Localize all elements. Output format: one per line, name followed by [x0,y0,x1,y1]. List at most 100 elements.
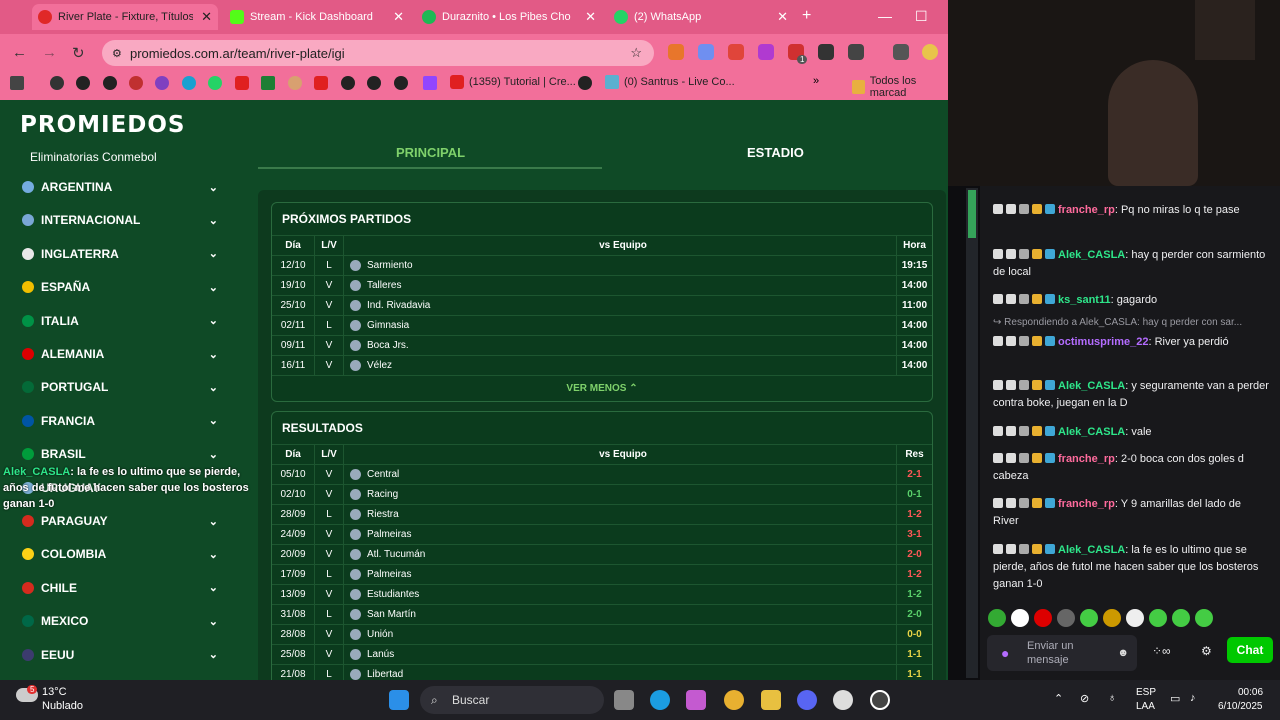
chrome-icon[interactable] [724,690,744,710]
timeout-icon[interactable] [1006,453,1016,463]
timeout-icon[interactable] [1006,249,1016,259]
chat-username[interactable]: Alek_CASLA [1058,426,1125,438]
sidebar-country[interactable]: FRANCIA ⌄ [22,411,218,431]
bookmark-icon[interactable] [129,76,143,90]
emote-icon[interactable] [1057,609,1075,627]
match-team[interactable]: Atl. Tucumán [344,549,896,560]
delete-icon[interactable] [993,336,1003,346]
delete-icon[interactable] [993,294,1003,304]
extension-icon[interactable] [818,44,834,60]
extension-icon[interactable] [668,44,684,60]
sidebar-country[interactable]: ARGENTINA ⌄ [22,177,218,197]
chat-username[interactable]: Alek_CASLA [1058,380,1125,392]
table-row[interactable]: 02/11 L Gimnasia 14:00 [272,315,932,335]
sidebar-country[interactable]: CHILE ⌄ [22,578,218,598]
taskbar-search[interactable]: ⌕ Buscar [420,686,604,714]
chat-username[interactable]: franche_rp [1058,498,1115,510]
chevron-down-icon[interactable]: ⌄ [209,214,218,227]
emote-icon[interactable] [1011,609,1029,627]
match-team[interactable]: Unión [344,629,896,640]
bookmark-icon[interactable] [50,76,64,90]
tab-river-plate[interactable]: River Plate - Fixture, Títulos y ✕ [32,4,218,30]
sidebar-country[interactable]: MEXICO ⌄ [22,611,218,631]
bookmark-icon[interactable] [341,76,355,90]
address-bar[interactable]: ⚙ promiedos.com.ar/team/river-plate/igi … [102,40,654,66]
timeout-icon[interactable] [1006,544,1016,554]
discord-icon[interactable] [797,690,817,710]
more-bookmarks-icon[interactable]: » [813,75,819,87]
match-team[interactable]: Racing [344,489,896,500]
ban-icon[interactable] [1019,380,1029,390]
table-row[interactable]: 24/09 V Palmeiras 3-1 [272,524,932,544]
chevron-down-icon[interactable]: ⌄ [209,247,218,260]
sidebar-country[interactable]: ALEMANIA ⌄ [22,344,218,364]
promiedos-logo[interactable]: PROMIEDOS [20,112,186,138]
chevron-down-icon[interactable]: ⌄ [209,381,218,394]
youtube-icon[interactable] [235,76,249,90]
chat-username[interactable]: Alek_CASLA [1058,249,1125,261]
puzzle-icon[interactable] [848,44,864,60]
ban-icon[interactable] [1019,426,1029,436]
delete-icon[interactable] [993,426,1003,436]
match-team[interactable]: Boca Jrs. [344,340,896,351]
close-tab-icon[interactable]: ✕ [201,9,212,25]
match-team[interactable]: Gimnasia [344,320,896,331]
emote-icon[interactable] [1149,609,1167,627]
match-team[interactable]: Ind. Rivadavia [344,300,896,311]
table-row[interactable]: 31/08 L San Martín 2-0 [272,604,932,624]
table-row[interactable]: 17/09 L Palmeiras 1-2 [272,564,932,584]
windows-start-icon[interactable] [389,690,409,710]
chat-username[interactable]: ks_sant11 [1058,294,1111,306]
bookmark-icon[interactable] [182,76,196,90]
match-team[interactable]: Sarmiento [344,260,896,271]
bookmark-icon[interactable] [208,76,222,90]
emote-icon[interactable] [1034,609,1052,627]
bookmark-tutorial[interactable]: (1359) Tutorial | Cre... [450,75,576,89]
chevron-down-icon[interactable]: ⌄ [209,548,218,561]
bookmark-icon[interactable] [155,76,169,90]
sidebar-country[interactable]: EEUU ⌄ [22,645,218,665]
match-team[interactable]: Palmeiras [344,569,896,580]
match-team[interactable]: Talleres [344,280,896,291]
bookmark-icon[interactable] [578,76,592,90]
table-row[interactable]: 12/10 L Sarmiento 19:15 [272,255,932,275]
twitch-icon[interactable] [423,76,437,90]
timeout-icon[interactable] [1006,336,1016,346]
tab-spotify[interactable]: Duraznito • Los Pibes Cho ✕ [416,4,602,30]
table-row[interactable]: 05/10 V Central 2-1 [272,464,932,484]
sidebar-country[interactable]: PORTUGAL ⌄ [22,377,218,397]
sidebar-country[interactable]: INTERNACIONAL ⌄ [22,210,218,230]
match-team[interactable]: Vélez [344,360,896,371]
table-row[interactable]: 09/11 V Boca Jrs. 14:00 [272,335,932,355]
chat-username[interactable]: franche_rp [1058,453,1115,465]
maximize-icon[interactable]: ☐ [915,8,928,25]
table-row[interactable]: 28/08 V Unión 0-0 [272,624,932,644]
table-row[interactable]: 02/10 V Racing 0-1 [272,484,932,504]
sidebar-country[interactable]: PARAGUAY ⌄ [22,511,218,531]
ban-icon[interactable] [1019,204,1029,214]
bookmark-icon[interactable] [76,76,90,90]
bookmark-icon[interactable] [288,76,302,90]
delete-icon[interactable] [993,204,1003,214]
tray-chevron-icon[interactable]: ⌃ [1054,692,1063,705]
match-team[interactable]: Lanús [344,649,896,660]
tab-principal[interactable]: PRINCIPAL [396,145,465,160]
bookmark-icon[interactable] [367,76,381,90]
chevron-down-icon[interactable]: ⌄ [209,314,218,327]
chat-username[interactable]: franche_rp [1058,204,1115,216]
delete-icon[interactable] [993,380,1003,390]
excel-icon[interactable] [261,76,275,90]
emote-icon[interactable] [1103,609,1121,627]
site-info-icon[interactable]: ⚙ [112,47,122,60]
chat-input[interactable]: ● Enviar un mensaje ☻ [987,635,1137,671]
match-team[interactable]: Riestra [344,509,896,520]
sidebar-country[interactable]: COLOMBIA ⌄ [22,544,218,564]
sidebar-country[interactable]: ESPAÑA ⌄ [22,277,218,297]
timeout-icon[interactable] [1006,204,1016,214]
chevron-down-icon[interactable]: ⌄ [209,581,218,594]
language-indicator[interactable]: ESP [1136,687,1156,698]
ver-menos-button[interactable]: VER MENOS ⌃ [272,375,932,401]
tab-kick-dashboard[interactable]: Stream - Kick Dashboard ✕ [224,4,410,30]
bookmark-star-icon[interactable]: ☆ [630,45,642,61]
delete-icon[interactable] [993,544,1003,554]
